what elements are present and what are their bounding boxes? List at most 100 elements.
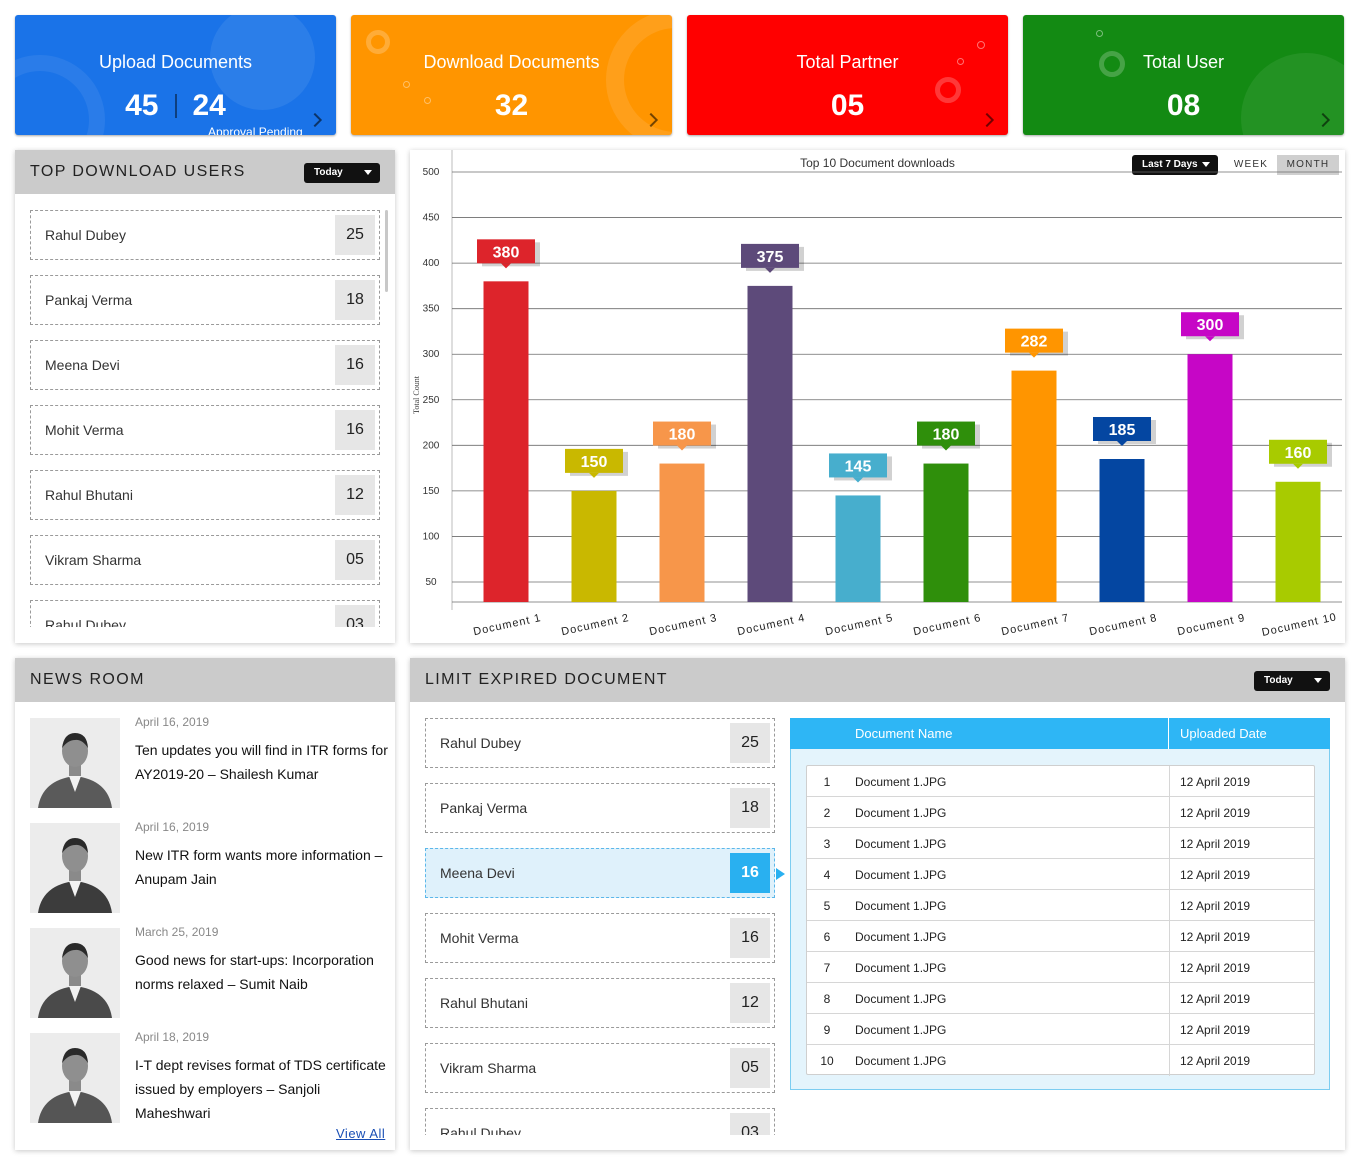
user-name: Meena Devi bbox=[440, 865, 515, 881]
bar[interactable] bbox=[483, 281, 529, 602]
top-download-user-list: Rahul Dubey 25 Pankaj Verma 18 Meena Devi 16 M… bbox=[30, 210, 382, 627]
column-divider bbox=[1169, 890, 1170, 921]
view-all-link[interactable]: View All bbox=[336, 1126, 385, 1141]
document-name-cell: Document 1.JPG bbox=[855, 1054, 947, 1068]
today-dropdown[interactable]: Today bbox=[1254, 671, 1330, 691]
x-tick-label: Document 5 bbox=[824, 612, 894, 638]
table-row[interactable]: 6 Document 1.JPG 12 April 2019 bbox=[807, 921, 1314, 952]
total-partner-card[interactable]: Total Partner 05 bbox=[687, 15, 1008, 135]
table-row[interactable]: 5 Document 1.JPG 12 April 2019 bbox=[807, 890, 1314, 921]
bar-value-label: 380 bbox=[493, 244, 520, 261]
panel-title: NEWS ROOM bbox=[30, 671, 145, 688]
user-count-badge: 16 bbox=[730, 918, 770, 958]
y-tick-label: 350 bbox=[423, 304, 440, 315]
user-count-badge: 16 bbox=[730, 853, 770, 893]
upload-documents-card[interactable]: Upload Documents 45 24 Approval Pending bbox=[15, 15, 336, 135]
news-headline[interactable]: New ITR form wants more information – An… bbox=[135, 843, 390, 891]
row-number: 5 bbox=[823, 899, 831, 913]
total-user-card[interactable]: Total User 08 bbox=[1023, 15, 1344, 135]
download-documents-card[interactable]: Download Documents 32 bbox=[351, 15, 672, 135]
user-list-item[interactable]: Mohit Verma 16 bbox=[425, 913, 775, 963]
user-list-item[interactable]: Rahul Bhutani 12 bbox=[425, 978, 775, 1028]
bar[interactable] bbox=[1011, 370, 1057, 602]
x-tick-label: Document 3 bbox=[648, 612, 718, 638]
user-count-badge: 18 bbox=[730, 788, 770, 828]
table-row[interactable]: 3 Document 1.JPG 12 April 2019 bbox=[807, 828, 1314, 859]
user-name: Mohit Verma bbox=[45, 422, 124, 438]
uploaded-date-cell: 12 April 2019 bbox=[1180, 992, 1251, 1006]
bar-value-label: 180 bbox=[669, 427, 696, 444]
limit-expired-user-list: Rahul Dubey 25 Pankaj Verma 18 Meena Devi 16 M… bbox=[425, 718, 787, 1135]
column-divider bbox=[1169, 828, 1170, 859]
user-count-badge: 25 bbox=[335, 215, 375, 255]
user-count-badge: 25 bbox=[730, 723, 770, 763]
bar-value-label: 375 bbox=[757, 249, 784, 266]
user-list-item[interactable]: Rahul Dubey 25 bbox=[30, 210, 380, 260]
bar-value-label: 300 bbox=[1197, 317, 1224, 334]
table-row[interactable]: 4 Document 1.JPG 12 April 2019 bbox=[807, 859, 1314, 890]
news-headline[interactable]: Good news for start-ups: Incorporation n… bbox=[135, 948, 390, 996]
news-author-photo bbox=[30, 823, 120, 913]
x-tick-label: Document 1 bbox=[472, 612, 542, 638]
uploaded-date-header: Uploaded Date bbox=[1180, 726, 1267, 741]
row-number: 6 bbox=[823, 930, 831, 944]
upload-values: 45 24 bbox=[15, 89, 336, 123]
y-tick-label: 150 bbox=[423, 486, 440, 497]
table-row[interactable]: 9 Document 1.JPG 12 April 2019 bbox=[807, 1014, 1314, 1045]
user-list-item[interactable]: Rahul Bhutani 12 bbox=[30, 470, 380, 520]
uploaded-date-cell: 12 April 2019 bbox=[1180, 837, 1251, 851]
user-list-item[interactable]: Vikram Sharma 05 bbox=[425, 1043, 775, 1093]
table-row[interactable]: 10 Document 1.JPG 12 April 2019 bbox=[807, 1045, 1314, 1076]
today-dropdown[interactable]: Today bbox=[304, 163, 380, 183]
document-name-cell: Document 1.JPG bbox=[855, 837, 947, 851]
document-table: 1 Document 1.JPG 12 April 2019 2 Document 1.… bbox=[806, 765, 1315, 1076]
column-divider bbox=[1169, 1045, 1170, 1076]
bar[interactable] bbox=[1275, 481, 1321, 602]
news-headline[interactable]: Ten updates you will find in ITR forms f… bbox=[135, 738, 390, 786]
total-partner-title: Total Partner bbox=[796, 52, 899, 72]
bar[interactable] bbox=[747, 285, 793, 602]
user-list-item[interactable]: Mohit Verma 16 bbox=[30, 405, 380, 455]
bar[interactable] bbox=[571, 490, 617, 602]
user-name: Rahul Dubey bbox=[45, 227, 126, 243]
bar[interactable] bbox=[1187, 354, 1233, 602]
document-name-cell: Document 1.JPG bbox=[855, 961, 947, 975]
table-row[interactable]: 8 Document 1.JPG 12 April 2019 bbox=[807, 983, 1314, 1014]
uploaded-date-cell: 12 April 2019 bbox=[1180, 775, 1251, 789]
bar-value-label: 160 bbox=[1285, 445, 1312, 462]
x-tick-label: Document 7 bbox=[1000, 612, 1070, 638]
uploaded-date-cell: 12 April 2019 bbox=[1180, 1054, 1251, 1068]
upload-documents-title: Upload Documents bbox=[98, 52, 253, 72]
user-list-item[interactable]: Pankaj Verma 18 bbox=[30, 275, 380, 325]
bar[interactable] bbox=[1099, 459, 1145, 602]
user-list-item[interactable]: Pankaj Verma 18 bbox=[425, 783, 775, 833]
column-divider bbox=[1169, 1014, 1170, 1045]
user-list-item[interactable]: Rahul Dubey 03 bbox=[425, 1108, 775, 1135]
user-list-item[interactable]: Meena Devi 16 bbox=[425, 848, 785, 898]
table-row[interactable]: 2 Document 1.JPG 12 April 2019 bbox=[807, 797, 1314, 828]
approval-pending-label: Approval Pending bbox=[208, 125, 303, 135]
column-divider bbox=[1169, 797, 1170, 828]
bar[interactable] bbox=[659, 463, 705, 602]
y-tick-label: 50 bbox=[425, 577, 437, 588]
row-number: 7 bbox=[823, 961, 831, 975]
user-name: Mohit Verma bbox=[440, 930, 519, 946]
table-row[interactable]: 1 Document 1.JPG 12 April 2019 bbox=[807, 766, 1314, 797]
y-tick-label: 300 bbox=[423, 349, 440, 360]
table-row[interactable]: 7 Document 1.JPG 12 April 2019 bbox=[807, 952, 1314, 983]
user-list-item[interactable]: Rahul Dubey 03 bbox=[30, 600, 380, 627]
user-list-item[interactable]: Vikram Sharma 05 bbox=[30, 535, 380, 585]
bar-value-label: 282 bbox=[1021, 334, 1048, 351]
news-headline[interactable]: I-T dept revises format of TDS certifica… bbox=[135, 1053, 390, 1125]
bar[interactable] bbox=[923, 463, 969, 602]
panel-title: TOP DOWNLOAD USERS bbox=[30, 163, 246, 180]
user-name: Rahul Dubey bbox=[440, 735, 521, 751]
y-tick-label: 250 bbox=[423, 395, 440, 406]
document-name-cell: Document 1.JPG bbox=[855, 992, 947, 1006]
y-tick-label: 500 bbox=[423, 167, 440, 178]
card-decoration bbox=[977, 41, 985, 49]
user-list-item[interactable]: Meena Devi 16 bbox=[30, 340, 380, 390]
scrollbar[interactable] bbox=[385, 210, 388, 292]
bar[interactable] bbox=[835, 495, 881, 602]
user-list-item[interactable]: Rahul Dubey 25 bbox=[425, 718, 775, 768]
